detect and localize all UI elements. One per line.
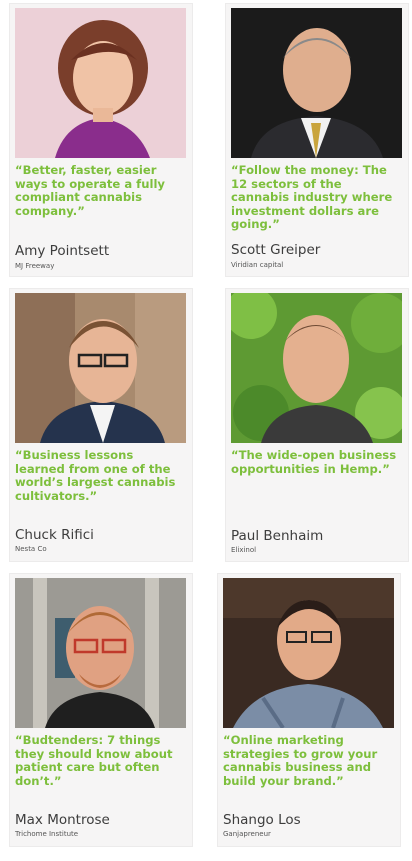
speaker-photo bbox=[15, 293, 186, 443]
speaker-quote: “Budtenders: 7 things they should know a… bbox=[15, 733, 173, 788]
speaker-card[interactable]: “Budtenders: 7 things they should know a… bbox=[10, 574, 192, 846]
speaker-card[interactable]: “Better, faster, easier ways to operate … bbox=[10, 4, 192, 276]
speaker-name[interactable]: Scott Greiper bbox=[231, 242, 320, 258]
speaker-photo bbox=[231, 293, 402, 443]
speaker-name[interactable]: Paul Benhaim bbox=[231, 528, 323, 544]
speaker-photo bbox=[223, 578, 394, 728]
speaker-card[interactable]: “Online marketing strategies to grow you… bbox=[218, 574, 400, 846]
speaker-name[interactable]: Max Montrose bbox=[15, 812, 110, 828]
speaker-photo bbox=[15, 8, 186, 158]
speaker-photo bbox=[231, 8, 402, 158]
speaker-name[interactable]: Chuck Rifici bbox=[15, 527, 94, 543]
speaker-organization: Elixinol bbox=[231, 546, 257, 554]
speaker-quote: “Business lessons learned from one of th… bbox=[15, 448, 176, 503]
speaker-name[interactable]: Shango Los bbox=[223, 812, 301, 828]
speaker-organization: Trichome Institute bbox=[15, 830, 79, 838]
speaker-organization: MJ Freeway bbox=[15, 262, 55, 270]
speaker-card[interactable]: “The wide-open business opportunities in… bbox=[226, 289, 408, 561]
speaker-quote: “The wide-open business opportunities in… bbox=[231, 448, 397, 476]
speaker-quote: “Better, faster, easier ways to operate … bbox=[15, 163, 165, 218]
speaker-quote: “Follow the money: The 12 sectors of the… bbox=[231, 163, 393, 232]
speaker-card[interactable]: “Business lessons learned from one of th… bbox=[10, 289, 192, 561]
speaker-organization: Ganjapreneur bbox=[223, 830, 271, 838]
speaker-name[interactable]: Amy Pointsett bbox=[15, 243, 109, 259]
speaker-quote: “Online marketing strategies to grow you… bbox=[223, 733, 378, 788]
speaker-organization: Viridian capital bbox=[231, 261, 284, 269]
speaker-photo bbox=[15, 578, 186, 728]
speaker-organization: Nesta Co bbox=[15, 545, 47, 553]
speaker-card[interactable]: “Follow the money: The 12 sectors of the… bbox=[226, 4, 408, 276]
